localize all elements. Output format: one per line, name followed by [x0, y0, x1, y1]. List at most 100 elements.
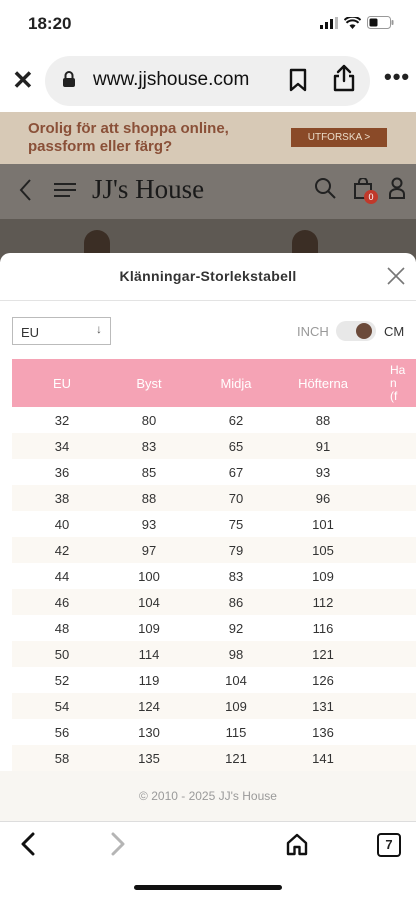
cart-count-badge: 0	[364, 190, 378, 204]
table-cell: 109	[138, 621, 160, 636]
more-icon[interactable]: •••	[384, 64, 410, 90]
table-cell: 105	[312, 543, 334, 558]
table-row: 38 88 70 96	[12, 485, 416, 511]
unit-inch-label[interactable]: INCH	[297, 324, 329, 339]
table-cell: 93	[141, 517, 157, 532]
column-header: Höfterna	[298, 376, 348, 391]
table-cell: 38	[54, 491, 70, 506]
table-cell: 65	[228, 439, 244, 454]
table-cell: 109	[225, 699, 247, 714]
table-cell: 135	[138, 751, 160, 766]
site-logo[interactable]: JJ's House	[92, 174, 204, 205]
status-time: 18:20	[28, 14, 72, 33]
table-row: 36 85 67 93	[12, 459, 416, 485]
column-header: EU	[52, 376, 72, 391]
table-cell: 115	[225, 725, 247, 740]
table-cell: 104	[138, 595, 160, 610]
table-cell: 130	[138, 725, 160, 740]
size-table[interactable]: EU Byst Midja Höfterna Ha n (f 32 80 62 88 34 8…	[12, 359, 416, 771]
table-row: 42 97 79 105	[12, 537, 416, 563]
table-cell: 75	[228, 517, 244, 532]
table-cell: 131	[312, 699, 334, 714]
table-cell: 54	[54, 699, 70, 714]
table-cell: 42	[54, 543, 70, 558]
search-icon[interactable]	[314, 177, 336, 199]
url-text[interactable]: www.jjshouse.com	[93, 69, 249, 91]
table-cell: 121	[312, 647, 334, 662]
table-cell: 58	[54, 751, 70, 766]
table-row: 48 109 92 116	[12, 615, 416, 641]
table-cell: 83	[141, 439, 157, 454]
table-cell: 97	[141, 543, 157, 558]
copyright-text: © 2010 - 2025 JJ's House	[139, 789, 277, 803]
table-cell: 124	[138, 699, 160, 714]
table-row: 50 114 98 121	[12, 641, 416, 667]
size-region-select[interactable]: EU ↓	[12, 317, 111, 345]
unit-toggle-knob[interactable]	[356, 323, 372, 339]
table-cell: 93	[315, 465, 331, 480]
table-cell: 48	[54, 621, 70, 636]
back-icon[interactable]	[18, 832, 38, 856]
lock-icon	[63, 71, 75, 87]
table-cell: 119	[138, 673, 160, 688]
table-cell: 46	[54, 595, 70, 610]
table-cell: 112	[312, 595, 334, 610]
column-header: Byst	[136, 376, 162, 391]
account-icon[interactable]	[389, 177, 405, 199]
table-row: 54 124 109 131	[12, 693, 416, 719]
modal-title: Klänningar-Storlekstabell	[119, 268, 297, 284]
table-cell: 126	[312, 673, 334, 688]
bookmark-icon[interactable]	[288, 68, 308, 92]
signal-icon	[320, 16, 338, 29]
table-cell: 96	[315, 491, 331, 506]
table-cell: 114	[138, 647, 160, 662]
table-cell: 109	[312, 569, 334, 584]
share-icon[interactable]	[332, 64, 356, 92]
explore-button[interactable]: UTFORSKA >	[291, 128, 387, 147]
wifi-icon	[344, 16, 361, 29]
table-header: EU Byst Midja Höfterna Ha n (f	[12, 359, 416, 407]
promo-text: Orolig för att shoppa online, passform e…	[28, 120, 229, 156]
close-tab-icon[interactable]: ✕	[12, 66, 34, 94]
divider	[0, 300, 416, 301]
home-icon[interactable]	[285, 832, 309, 856]
table-cell: 80	[141, 413, 157, 428]
promo-line-1: Orolig för att shoppa online,	[28, 120, 229, 137]
table-cell: 32	[54, 413, 70, 428]
table-cell: 52	[54, 673, 70, 688]
table-cell: 88	[141, 491, 157, 506]
unit-cm-label[interactable]: CM	[384, 324, 404, 339]
arrow-down-icon: ↓	[96, 322, 102, 336]
table-cell: 40	[54, 517, 70, 532]
close-icon[interactable]	[386, 266, 406, 286]
region-value: EU	[21, 325, 40, 340]
table-cell: 70	[228, 491, 244, 506]
chevron-left-icon[interactable]	[18, 178, 32, 202]
table-row: 56 130 115 136	[12, 719, 416, 745]
table-cell: 104	[225, 673, 247, 688]
table-cell: 56	[54, 725, 70, 740]
table-row: 58 135 121 141	[12, 745, 416, 771]
table-cell: 62	[228, 413, 244, 428]
table-cell: 141	[312, 751, 334, 766]
table-cell: 121	[225, 751, 247, 766]
table-row: 32 80 62 88	[12, 407, 416, 433]
table-row: 46 104 86 112	[12, 589, 416, 615]
table-cell: 50	[54, 647, 70, 662]
forward-icon[interactable]	[108, 832, 128, 856]
promo-line-2: passform eller färg?	[28, 138, 173, 155]
table-cell: 98	[228, 647, 244, 662]
tabs-count-button[interactable]: 7	[377, 833, 401, 857]
menu-icon[interactable]	[54, 182, 76, 198]
table-cell: 101	[312, 517, 334, 532]
table-cell: 116	[312, 621, 334, 636]
status-icons	[320, 16, 394, 29]
table-row: 34 83 65 91	[12, 433, 416, 459]
column-header: Midja	[220, 376, 252, 391]
table-row: 40 93 75 101	[12, 511, 416, 537]
table-cell: 86	[228, 595, 244, 610]
column-header-truncated: Ha n (f	[390, 363, 406, 403]
table-cell: 34	[54, 439, 70, 454]
table-row: 44 100 83 109	[12, 563, 416, 589]
table-cell: 79	[228, 543, 244, 558]
